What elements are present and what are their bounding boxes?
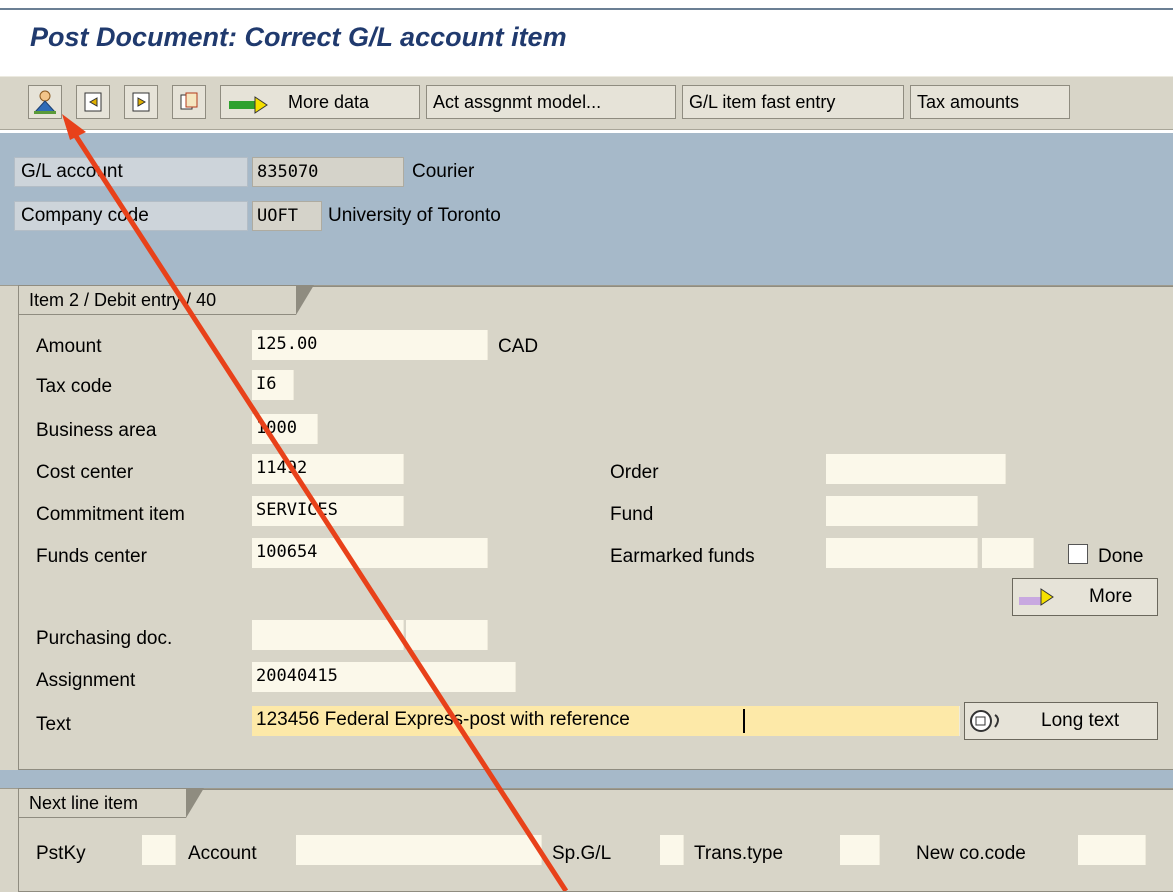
long-text-icon — [969, 709, 1005, 733]
transaction-type-field[interactable] — [840, 835, 880, 865]
gl-account-label: G/L account — [14, 157, 248, 187]
text-label: Text — [36, 714, 71, 735]
company-code-description: University of Toronto — [328, 205, 501, 226]
long-text-button-label: Long text — [1041, 710, 1120, 731]
act-assignment-model-button[interactable]: Act assgnmt model... — [426, 85, 676, 119]
tax-code-label: Tax code — [36, 376, 113, 397]
business-area-label: Business area — [36, 420, 157, 441]
assignment-label: Assignment — [36, 670, 136, 691]
person-overview-icon[interactable] — [28, 85, 62, 119]
page-title: Post Document: Correct G/L account item — [30, 22, 567, 52]
order-label: Order — [610, 462, 659, 483]
posting-key-field[interactable] — [142, 835, 176, 865]
amount-label: Amount — [36, 336, 102, 357]
arrow-right-icon — [227, 91, 283, 115]
posting-key-label: PstKy — [36, 843, 86, 864]
currency-label: CAD — [498, 336, 539, 357]
purchasing-doc-label: Purchasing doc. — [36, 628, 173, 649]
long-text-button[interactable]: Long text — [964, 702, 1158, 740]
previous-item-icon[interactable] — [76, 85, 110, 119]
company-code-label: Company code — [14, 201, 248, 231]
item-group-tab: Item 2 / Debit entry / 40 — [18, 285, 314, 315]
order-field[interactable] — [826, 454, 1006, 484]
gl-fast-entry-button[interactable]: G/L item fast entry — [682, 85, 904, 119]
cost-center-label: Cost center — [36, 462, 134, 483]
application-toolbar: More data Act assgnmt model... G/L item … — [0, 76, 1173, 130]
commitment-item-label: Commitment item — [36, 504, 185, 525]
earmarked-funds-label: Earmarked funds — [610, 546, 755, 567]
next-item-icon[interactable] — [124, 85, 158, 119]
next-line-item-tab: Next line item — [18, 788, 204, 818]
special-gl-field[interactable] — [660, 835, 684, 865]
assignment-field[interactable]: 20040415 — [252, 662, 516, 692]
purchasing-doc-item-field[interactable] — [406, 620, 488, 650]
account-field[interactable] — [296, 835, 542, 865]
item-group-frame — [18, 286, 1173, 770]
more-data-button[interactable]: More data — [220, 85, 420, 119]
item-group: Item 2 / Debit entry / 40 Amount 125.00 … — [0, 285, 1173, 770]
cost-center-field[interactable]: 11492 — [252, 454, 404, 484]
fund-field[interactable] — [826, 496, 978, 526]
account-label: Account — [188, 843, 257, 864]
purchasing-doc-field[interactable] — [252, 620, 404, 650]
amount-field[interactable]: 125.00 — [252, 330, 488, 360]
done-checkbox[interactable] — [1068, 544, 1088, 564]
gl-account-field[interactable]: 835070 — [252, 157, 404, 187]
business-area-field[interactable]: 1000 — [252, 414, 318, 444]
commitment-item-field[interactable]: SERVICES — [252, 496, 404, 526]
next-line-item-group: Next line item PstKy Account Sp.G/L Tran… — [0, 788, 1173, 892]
more-data-label: More data — [288, 92, 370, 112]
earmarked-funds-item-field[interactable] — [982, 538, 1034, 568]
more-button[interactable]: More — [1012, 578, 1158, 616]
tax-code-field[interactable]: I6 — [252, 370, 294, 400]
gl-account-description: Courier — [412, 161, 475, 182]
document-header-area: G/L account 835070 Courier Company code … — [0, 133, 1173, 285]
text-field[interactable]: 123456 Federal Express-post with referen… — [252, 706, 960, 736]
fund-label: Fund — [610, 504, 654, 525]
funds-center-label: Funds center — [36, 546, 147, 567]
special-gl-label: Sp.G/L — [552, 843, 612, 864]
more-arrow-icon — [1017, 585, 1067, 609]
new-company-code-field[interactable] — [1078, 835, 1146, 865]
separator-band — [0, 770, 1173, 788]
more-button-label: More — [1089, 586, 1133, 607]
tax-amounts-button[interactable]: Tax amounts — [910, 85, 1070, 119]
done-label: Done — [1098, 546, 1144, 567]
transaction-type-label: Trans.type — [694, 843, 784, 864]
company-code-field[interactable]: UOFT — [252, 201, 322, 231]
text-cursor — [743, 709, 745, 733]
new-company-code-label: New co.code — [916, 843, 1026, 864]
funds-center-field[interactable]: 100654 — [252, 538, 488, 568]
copy-icon[interactable] — [172, 85, 206, 119]
window-top-border — [0, 0, 1173, 10]
earmarked-funds-field[interactable] — [826, 538, 978, 568]
